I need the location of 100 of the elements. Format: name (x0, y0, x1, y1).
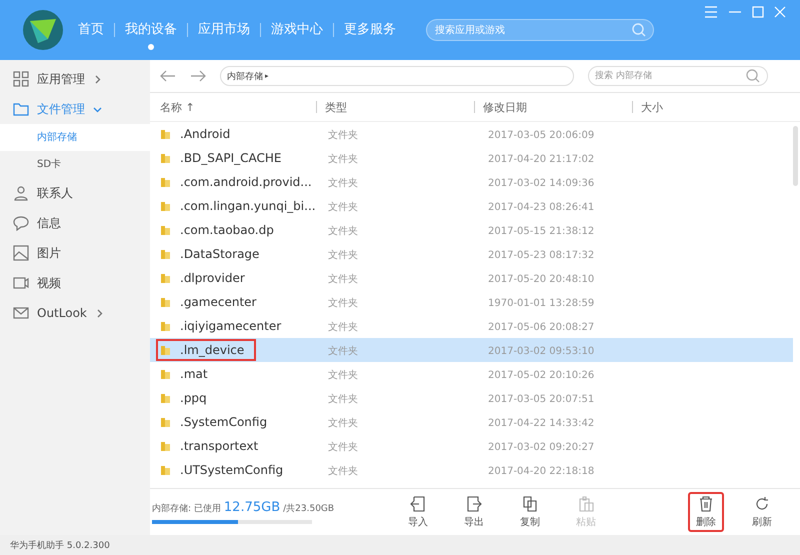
file-name: .ppq (180, 391, 207, 405)
modified-date: 2017-03-02 09:20:27 (488, 442, 594, 453)
file-row[interactable]: .DataStorage 文件夹 2017-05-23 08:17:32 (150, 242, 793, 266)
folder-icon (160, 392, 171, 404)
close-icon[interactable] (774, 6, 786, 18)
file-name: .UTSystemConfig (180, 463, 284, 477)
file-row[interactable]: .com.lingan.yunqi_bi... 文件夹 2017-04-23 08:26:41 (150, 194, 793, 218)
sidebar-label: OutLook (37, 306, 87, 320)
file-row[interactable]: .Android 文件夹 2017-03-05 20:06:09 (150, 122, 793, 146)
storage-label: 内部存储: 已使用 (152, 502, 221, 515)
column-header[interactable]: 名称 ↑ (160, 100, 195, 114)
chat-bubble-icon (13, 215, 29, 231)
search-field[interactable]: 搜索 内部存储 (588, 66, 768, 86)
file-name: .DataStorage (180, 247, 260, 261)
toolbar-button[interactable]: 复制 (512, 492, 548, 532)
search-icon (746, 69, 760, 83)
folder-icon (160, 416, 171, 428)
toolbar-button[interactable]: 导入 (400, 492, 436, 532)
envelope-icon (13, 305, 29, 321)
file-type: 文件夹 (328, 178, 358, 188)
sidebar-subitem[interactable]: SD卡 (0, 151, 150, 178)
storage-total: /共23.50GB (283, 502, 334, 515)
sidebar-label: 联系人 (37, 184, 73, 202)
import-icon (410, 496, 426, 512)
modified-date: 2017-05-02 20:10:26 (488, 370, 594, 381)
sidebar-subitem[interactable]: 内部存储 (0, 124, 150, 151)
sidebar-item[interactable]: OutLook (0, 298, 150, 328)
folder-icon (160, 272, 171, 284)
sidebar-label: 信息 (37, 214, 61, 232)
file-row[interactable]: .ppq 文件夹 2017-03-05 20:07:51 (150, 386, 793, 410)
sidebar-label: 图片 (37, 244, 61, 262)
toolbar-button[interactable]: 删除 (688, 492, 724, 532)
folder-icon (160, 368, 171, 380)
folder-icon (160, 152, 171, 164)
modified-date: 2017-04-20 22:18:18 (488, 466, 594, 477)
refresh-icon (754, 496, 770, 512)
modified-date: 2017-05-06 20:08:27 (488, 322, 594, 333)
file-type: 文件夹 (328, 154, 358, 164)
sidebar-item[interactable]: 图片 (0, 238, 150, 268)
file-row[interactable]: .gamecenter 文件夹 1970-01-01 13:28:59 (150, 290, 793, 314)
modified-date: 2017-04-23 08:26:41 (488, 202, 594, 213)
modified-date: 2017-05-23 08:17:32 (488, 250, 594, 261)
sidebar-item[interactable]: 信息 (0, 208, 150, 238)
search-icon (632, 23, 646, 37)
column-header[interactable]: 修改日期 (483, 100, 527, 114)
folder-icon (13, 101, 29, 117)
file-type: 文件夹 (328, 226, 358, 236)
sidebar-item[interactable]: 联系人 (0, 178, 150, 208)
sidebar-label: 应用管理 (37, 70, 85, 88)
modified-date: 2017-03-02 09:53:10 (488, 346, 594, 357)
modified-date: 2017-03-05 20:06:09 (488, 130, 594, 141)
file-type: 文件夹 (328, 346, 358, 356)
person-icon (13, 185, 29, 201)
folder-icon (160, 248, 171, 260)
file-type: 文件夹 (328, 298, 358, 308)
modified-date: 2017-04-20 21:17:02 (488, 154, 594, 165)
file-row[interactable]: .dlprovider 文件夹 2017-05-20 20:48:10 (150, 266, 793, 290)
modified-date: 2017-03-02 14:09:36 (488, 178, 594, 189)
file-row[interactable]: .mat 文件夹 2017-05-02 20:10:26 (150, 362, 793, 386)
file-row[interactable]: .BD_SAPI_CACHE 文件夹 2017-04-20 21:17:02 (150, 146, 793, 170)
forward-arrow-icon[interactable] (190, 70, 206, 82)
sidebar-item[interactable]: 应用管理 (0, 64, 150, 94)
menu-icon[interactable] (704, 6, 718, 18)
storage-used: 12.75GB (224, 500, 280, 515)
file-row[interactable]: .iqiyigamecenter 文件夹 2017-05-06 20:08:27 (150, 314, 793, 338)
file-type: 文件夹 (328, 442, 358, 452)
file-row[interactable]: .com.taobao.dp 文件夹 2017-05-15 21:38:12 (150, 218, 793, 242)
file-type: 文件夹 (328, 250, 358, 260)
folder-icon (160, 440, 171, 452)
sidebar-label: 视频 (37, 274, 61, 292)
paste-icon (578, 496, 594, 512)
toolbar-button[interactable]: 刷新 (744, 492, 780, 532)
file-name: .SystemConfig (180, 415, 268, 429)
maximize-icon[interactable] (752, 6, 764, 18)
file-row[interactable]: .transportext 文件夹 2017-03-02 09:20:27 (150, 434, 793, 458)
sidebar-label: 文件管理 (37, 100, 85, 118)
file-row[interactable]: .SystemConfig 文件夹 2017-04-22 14:33:42 (150, 410, 793, 434)
copy-icon (522, 496, 538, 512)
sidebar-item[interactable]: 视频 (0, 268, 150, 298)
file-type: 文件夹 (328, 418, 358, 428)
trash-icon (698, 496, 714, 512)
file-name: .com.lingan.yunqi_bi... (180, 199, 316, 213)
file-name: .transportext (180, 439, 258, 453)
file-row[interactable]: .com.android.provid... 文件夹 2017-03-02 14:09:36 (150, 170, 793, 194)
file-type: 文件夹 (328, 202, 358, 212)
folder-icon (160, 224, 171, 236)
file-row[interactable]: .lm_device 文件夹 2017-03-02 09:53:10 (150, 338, 793, 362)
modified-date: 2017-04-22 14:33:42 (488, 418, 594, 429)
column-header[interactable]: 大小 (641, 100, 663, 114)
version-text: 华为手机助手 5.0.2.300 (10, 540, 110, 552)
column-header[interactable]: 类型 (325, 100, 347, 114)
back-arrow-icon[interactable] (160, 70, 176, 82)
file-row[interactable]: .UTSystemConfig 文件夹 2017-04-20 22:18:18 (150, 458, 793, 482)
toolbar-button[interactable]: 导出 (456, 492, 492, 532)
file-type: 文件夹 (328, 322, 358, 332)
grid-icon (13, 71, 29, 87)
modified-date: 2017-05-20 20:48:10 (488, 274, 594, 285)
scrollbar[interactable] (793, 126, 798, 186)
file-name: .com.taobao.dp (180, 223, 274, 237)
file-type: 文件夹 (328, 274, 358, 284)
